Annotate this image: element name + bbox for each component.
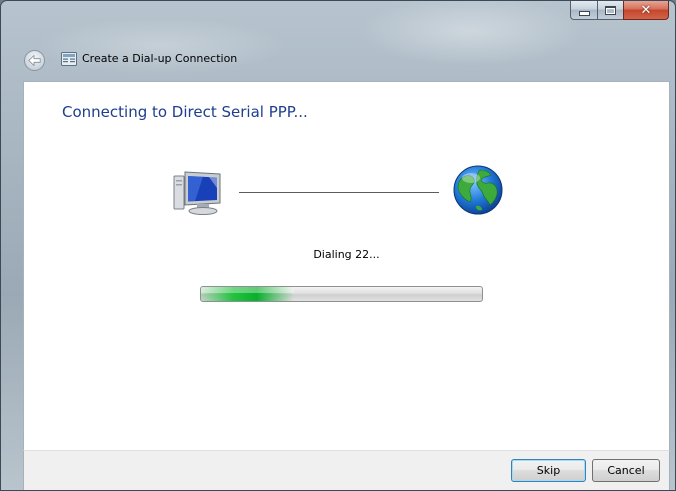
back-arrow-icon xyxy=(28,55,41,66)
close-button[interactable]: ✕ xyxy=(623,1,669,20)
dialog-window: ✕ Create a Dial-up Connection Connecting… xyxy=(0,0,676,491)
connection-line xyxy=(239,192,439,193)
window-title: Create a Dial-up Connection xyxy=(82,52,238,65)
computer-icon xyxy=(173,171,221,215)
cancel-button[interactable]: Cancel xyxy=(592,459,660,482)
back-button[interactable] xyxy=(24,50,45,71)
close-icon: ✕ xyxy=(640,2,652,18)
page-heading: Connecting to Direct Serial PPP... xyxy=(62,103,308,121)
minimize-icon xyxy=(578,10,590,16)
dialog-footer: Skip Cancel xyxy=(23,450,670,490)
status-text: Dialing 22... xyxy=(313,248,380,261)
caption-buttons: ✕ xyxy=(570,1,669,20)
dial-up-connection-icon xyxy=(61,52,77,66)
globe-icon xyxy=(453,165,503,215)
minimize-button[interactable] xyxy=(570,1,597,20)
maximize-icon xyxy=(605,5,616,15)
progress-fill xyxy=(201,287,294,301)
progress-bar xyxy=(200,286,483,302)
maximize-button[interactable] xyxy=(597,1,623,20)
dialog-content: Connecting to Direct Serial PPP... Diali… xyxy=(23,81,670,450)
skip-button[interactable]: Skip xyxy=(511,459,586,482)
